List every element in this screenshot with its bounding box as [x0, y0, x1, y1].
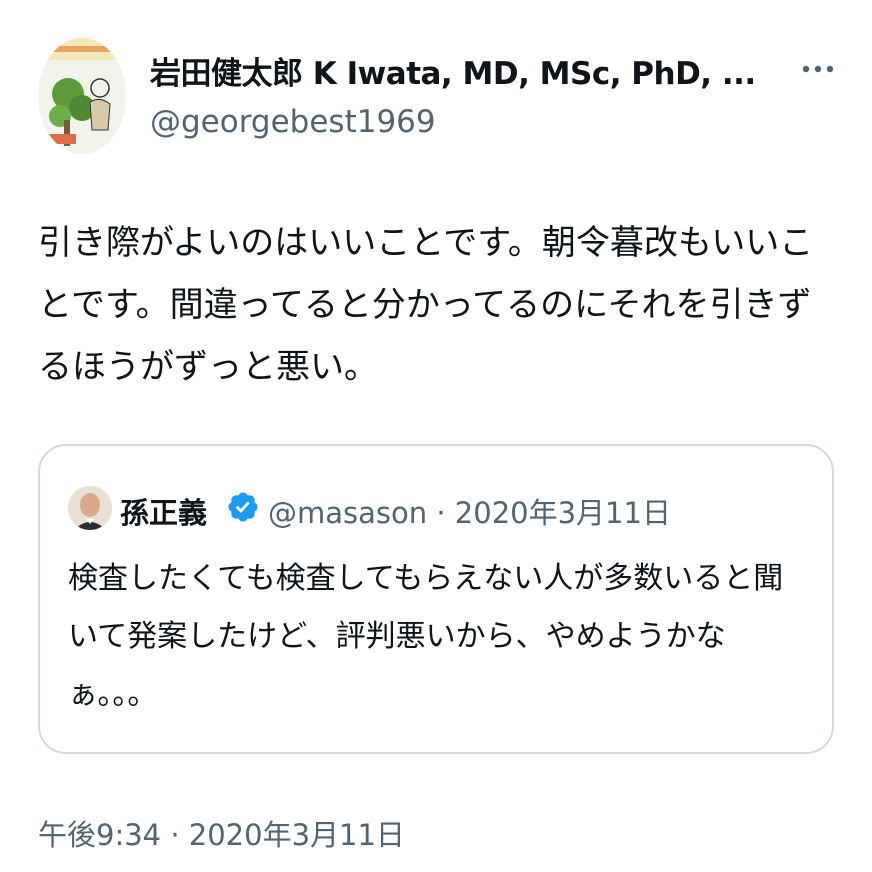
verified-badge-icon — [226, 490, 260, 524]
tweet-card: 岩田健太郎 K Iwata, MD, MSc, PhD, ... @george… — [0, 0, 872, 872]
quoted-tweet-text: 検査したくても検査してもらえない人が多数いると聞いて発案したけど、評判悪いから、… — [68, 561, 784, 712]
author-avatar[interactable] — [38, 38, 126, 154]
author-handle[interactable]: @georgebest1969 — [150, 104, 436, 140]
quoted-author-name: 孫正義 — [120, 496, 208, 530]
person-portrait-icon — [68, 486, 112, 530]
quoted-author-avatar — [68, 486, 112, 530]
author-name[interactable]: 岩田健太郎 K Iwata, MD, MSc, PhD, ... — [150, 48, 756, 93]
quoted-handle-date: @masason · 2020年3月11日 — [268, 496, 671, 530]
tweet-text: 引き際がよいのはいいことです。朝令暮改もいいことです。間違ってると分かってるのに… — [38, 223, 814, 387]
quoted-tweet[interactable]: 孫正義 @masason · 2020年3月11日 検査したくても検査してもらえ… — [38, 444, 834, 754]
avatar-illustration-icon — [38, 38, 126, 154]
more-options-icon[interactable] — [800, 54, 836, 84]
tweet-timestamp[interactable]: 午後9:34 · 2020年3月11日 — [38, 812, 405, 854]
